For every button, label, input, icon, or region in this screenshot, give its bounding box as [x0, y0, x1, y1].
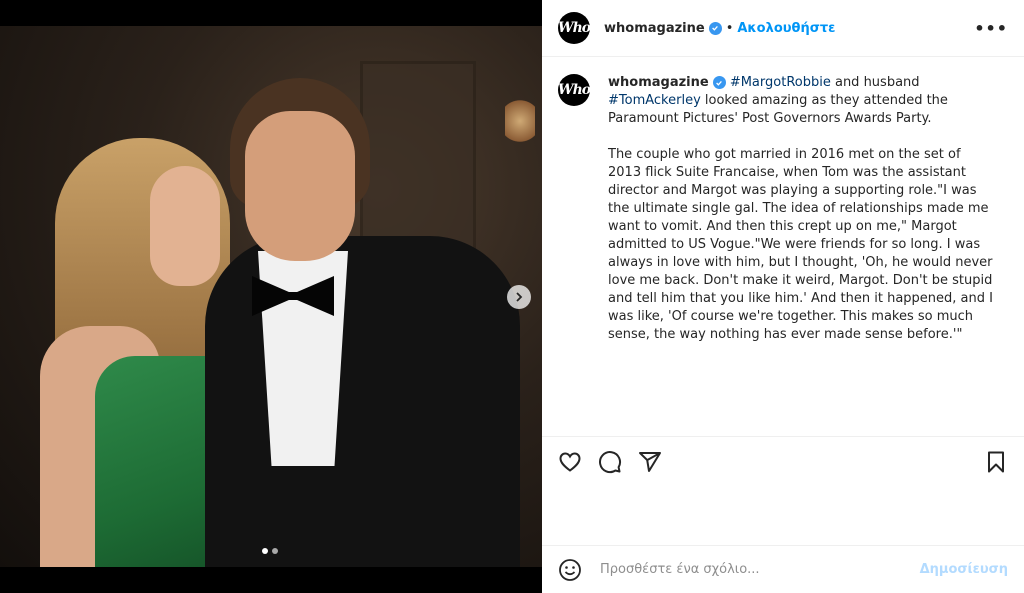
- caption-paragraph: The couple who got married in 2016 met o…: [608, 147, 993, 342]
- woman-face: [150, 166, 220, 286]
- carousel-dot-active: [262, 548, 268, 554]
- add-comment-bar: Δημοσίευση: [542, 545, 1024, 593]
- post-media: [0, 0, 542, 593]
- username-link[interactable]: whomagazine: [604, 21, 705, 36]
- comment-button[interactable]: [598, 450, 622, 474]
- send-icon: [639, 451, 661, 472]
- chevron-right-icon: [516, 292, 523, 302]
- post-comment-button[interactable]: Δημοσίευση: [920, 562, 1008, 577]
- more-options-icon[interactable]: •••: [974, 19, 1008, 38]
- smiley-icon: [559, 558, 581, 581]
- like-button[interactable]: [558, 450, 582, 474]
- avatar[interactable]: Who: [558, 12, 591, 44]
- carousel-dots: [262, 548, 278, 554]
- verified-badge-icon: [712, 76, 726, 89]
- emoji-button[interactable]: [558, 558, 582, 582]
- follow-button[interactable]: Ακολουθήστε: [737, 21, 835, 36]
- comment-input[interactable]: [598, 561, 920, 578]
- post-header: Who whomagazine • Ακολουθήστε •••: [542, 0, 1024, 57]
- next-slide-button[interactable]: [507, 285, 531, 309]
- bookmark-icon: [988, 451, 1004, 472]
- carousel-dot: [272, 548, 278, 554]
- post-photo[interactable]: [0, 26, 542, 567]
- man-face: [245, 111, 355, 261]
- action-bar: [542, 436, 1024, 486]
- hashtag-link[interactable]: #TomAckerley: [608, 93, 701, 108]
- separator-dot: •: [725, 20, 734, 36]
- caption-area: Who whomagazine #MargotRobbie and husban…: [542, 58, 1024, 436]
- white-shirt: [258, 251, 348, 466]
- heart-icon: [559, 451, 581, 472]
- comment-icon: [599, 450, 622, 473]
- save-button[interactable]: [984, 450, 1008, 474]
- hashtag-link[interactable]: #MargotRobbie: [730, 75, 831, 90]
- caption-text-part: and husband: [830, 75, 920, 90]
- caption-avatar[interactable]: Who: [558, 74, 591, 106]
- background-lamp: [505, 96, 535, 146]
- verified-badge-icon: [708, 21, 722, 35]
- caption-text: whomagazine #MargotRobbie and husband #T…: [608, 74, 996, 436]
- share-button[interactable]: [638, 450, 662, 474]
- caption-username[interactable]: whomagazine: [608, 75, 709, 90]
- post-details-panel: Who whomagazine • Ακολουθήστε ••• Who wh…: [542, 0, 1024, 593]
